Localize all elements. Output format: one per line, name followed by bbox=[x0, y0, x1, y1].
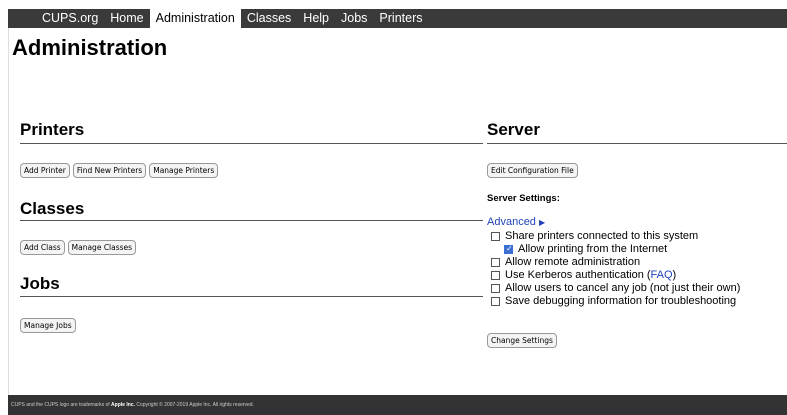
share-printers-label: Share printers connected to this system bbox=[505, 230, 699, 242]
classes-heading: Classes bbox=[20, 199, 85, 218]
footer-copyright: Copyright © 2007-2019 Apple Inc. All rig… bbox=[134, 402, 254, 408]
add-printer-button[interactable]: Add Printer bbox=[20, 163, 70, 178]
kerberos-label: Use Kerberos authentication ( bbox=[505, 269, 651, 281]
allow-internet-printing-label: Allow printing from the Internet bbox=[518, 243, 668, 255]
nav-bar: CUPS.org Home Administration Classes Hel… bbox=[8, 9, 787, 28]
share-printers-checkbox[interactable] bbox=[491, 231, 500, 241]
edit-configuration-file-button[interactable]: Edit Configuration File bbox=[487, 163, 578, 178]
option-debug-logging: Save debugging information for troublesh… bbox=[491, 295, 736, 307]
server-divider bbox=[487, 143, 787, 144]
triangle-right-icon: ▶ bbox=[539, 218, 546, 227]
nav-cups-org[interactable]: CUPS.org bbox=[36, 9, 104, 28]
debug-logging-label: Save debugging information for troublesh… bbox=[505, 295, 737, 307]
jobs-divider bbox=[20, 296, 483, 297]
manage-printers-button[interactable]: Manage Printers bbox=[149, 163, 219, 178]
printers-divider bbox=[20, 143, 483, 144]
option-allow-internet-printing: Allow printing from the Internet bbox=[504, 243, 667, 255]
printers-button-row: Add Printer Find New Printers Manage Pri… bbox=[20, 163, 219, 178]
server-heading: Server bbox=[487, 120, 540, 139]
nav-jobs[interactable]: Jobs bbox=[335, 9, 373, 28]
nav-home[interactable]: Home bbox=[104, 9, 149, 28]
classes-button-row: Add Class Manage Classes bbox=[20, 240, 137, 255]
kerberos-label-suffix: ) bbox=[672, 269, 677, 281]
footer: CUPS and the CUPS logo are trademarks of… bbox=[8, 395, 787, 415]
page-title: Administration bbox=[12, 35, 168, 60]
nav-administration[interactable]: Administration bbox=[149, 9, 241, 28]
option-kerberos: Use Kerberos authentication (FAQ) bbox=[491, 269, 676, 281]
find-new-printers-button[interactable]: Find New Printers bbox=[72, 163, 147, 178]
manage-classes-button[interactable]: Manage Classes bbox=[67, 240, 137, 255]
top-bar: CUPS.org Home Administration Classes Hel… bbox=[0, 0, 787, 28]
classes-divider bbox=[20, 220, 483, 221]
advanced-label: Advanced bbox=[487, 216, 536, 228]
manage-jobs-button[interactable]: Manage Jobs bbox=[20, 318, 76, 333]
remote-admin-label: Allow remote administration bbox=[505, 256, 641, 268]
jobs-heading: Jobs bbox=[20, 274, 60, 293]
nav-classes[interactable]: Classes bbox=[241, 9, 297, 28]
footer-text: CUPS and the CUPS logo are trademarks of bbox=[11, 402, 112, 408]
faq-link[interactable]: FAQ bbox=[651, 269, 673, 281]
option-share-printers: Share printers connected to this system bbox=[491, 230, 698, 242]
remote-admin-checkbox[interactable] bbox=[491, 257, 500, 267]
debug-logging-checkbox[interactable] bbox=[491, 296, 500, 306]
cancel-any-job-label: Allow users to cancel any job (not just … bbox=[505, 282, 741, 294]
cancel-any-job-checkbox[interactable] bbox=[491, 283, 500, 293]
nav-help[interactable]: Help bbox=[297, 9, 335, 28]
footer-apple: Apple Inc. bbox=[111, 402, 135, 408]
jobs-button-row: Manage Jobs bbox=[20, 318, 76, 333]
option-remote-admin: Allow remote administration bbox=[491, 256, 640, 268]
advanced-toggle[interactable]: Advanced ▶ bbox=[487, 216, 545, 228]
nav-printers[interactable]: Printers bbox=[373, 9, 428, 28]
printers-heading: Printers bbox=[20, 120, 85, 139]
add-class-button[interactable]: Add Class bbox=[20, 240, 65, 255]
server-settings-label: Server Settings: bbox=[487, 193, 560, 204]
allow-internet-printing-checkbox[interactable] bbox=[504, 244, 513, 254]
main-content bbox=[8, 28, 787, 395]
option-cancel-any-job: Allow users to cancel any job (not just … bbox=[491, 282, 740, 294]
kerberos-checkbox[interactable] bbox=[491, 270, 500, 280]
change-settings-button[interactable]: Change Settings bbox=[487, 333, 557, 348]
